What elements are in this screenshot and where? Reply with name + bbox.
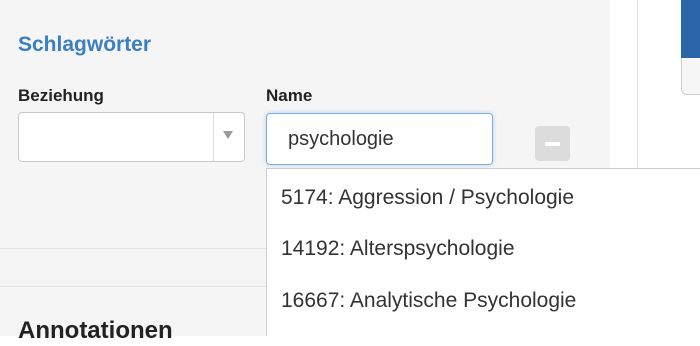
name-label: Name [266, 86, 313, 105]
name-input[interactable] [266, 113, 493, 165]
side-card-header [681, 0, 700, 58]
relation-select[interactable] [18, 112, 245, 162]
autocomplete-dropdown: 5174: Aggression / Psychologie 14192: Al… [266, 168, 700, 336]
divider [637, 0, 638, 170]
divider [213, 113, 214, 161]
chevron-down-icon[interactable] [223, 131, 233, 139]
section-title-keywords: Schlagwörter [18, 33, 152, 56]
section-title-annotations: Annotationen [18, 317, 173, 344]
suggestion-item[interactable]: 16667: Analytische Psychologie [267, 275, 700, 327]
suggestion-item[interactable]: 14192: Alterspsychologie [267, 223, 700, 275]
suggestion-item[interactable]: 5174: Aggression / Psychologie [267, 169, 700, 223]
remove-keyword-button[interactable] [535, 126, 570, 161]
relation-label: Beziehung [18, 86, 104, 105]
minus-icon [545, 142, 560, 146]
